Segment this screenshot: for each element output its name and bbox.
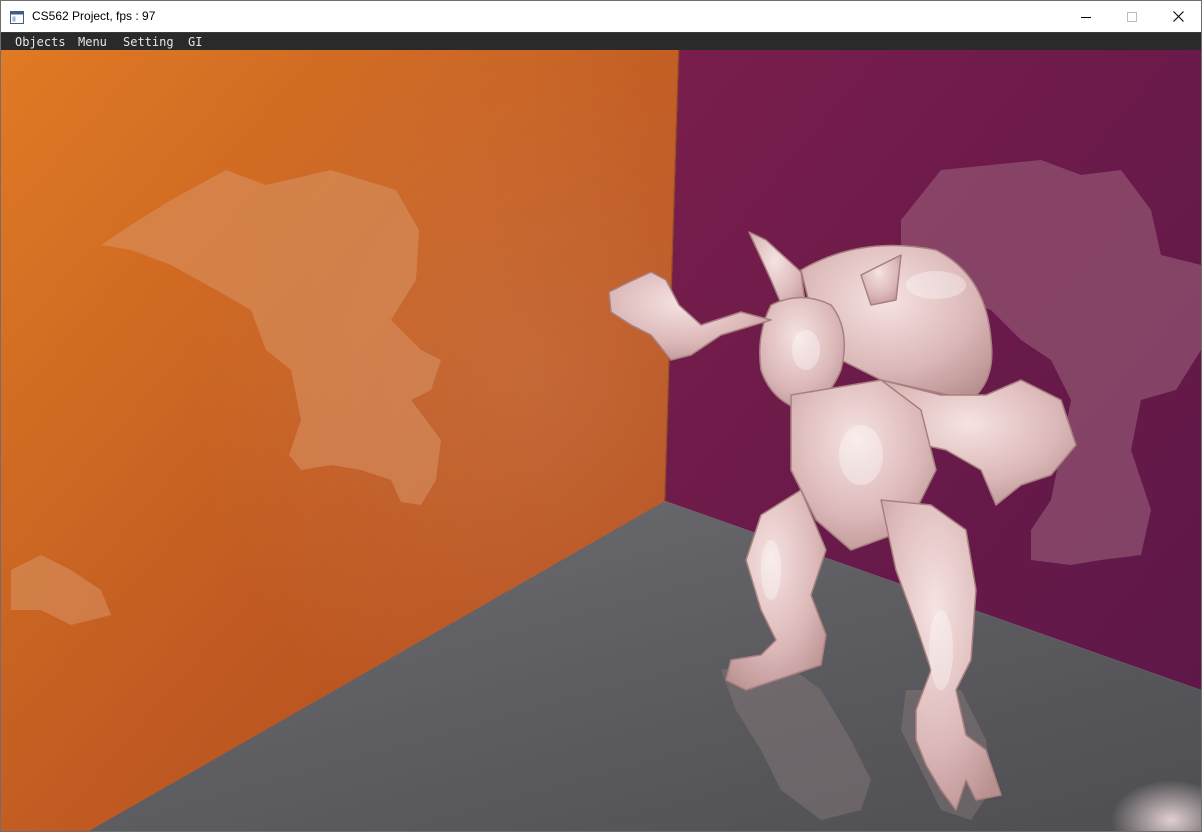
window-title: CS562 Project, fps : 97: [32, 9, 156, 23]
menu-setting[interactable]: Setting: [121, 34, 176, 50]
application-window: CS562 Project, fps : 97 Objects Menu Set…: [0, 0, 1202, 832]
close-button[interactable]: [1155, 1, 1201, 32]
maximize-button[interactable]: [1109, 1, 1155, 32]
maximize-icon: [1127, 7, 1137, 26]
window-app-icon: [10, 9, 24, 24]
scene-canvas: [1, 50, 1201, 831]
menu-objects[interactable]: Objects: [13, 34, 68, 50]
render-viewport[interactable]: [1, 50, 1201, 831]
minimize-icon: [1081, 7, 1091, 26]
menu-gi[interactable]: GI: [186, 34, 204, 50]
close-icon: [1172, 7, 1184, 26]
minimize-button[interactable]: [1063, 1, 1109, 32]
menu-bar: Objects Menu Setting GI: [1, 32, 1201, 50]
menu-menu[interactable]: Menu: [76, 34, 109, 50]
title-bar[interactable]: CS562 Project, fps : 97: [1, 1, 1201, 32]
